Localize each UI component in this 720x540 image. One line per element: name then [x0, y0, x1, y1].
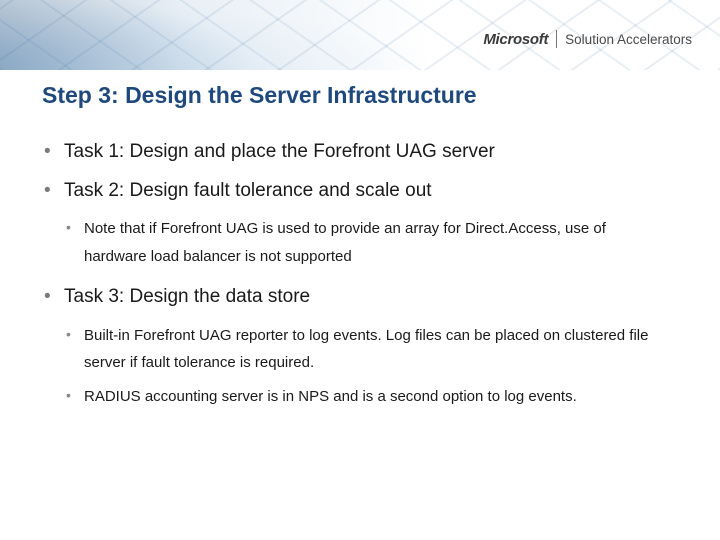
- slide: Microsoft Solution Accelerators Step 3: …: [0, 0, 720, 540]
- sub-list-item: Note that if Forefront UAG is used to pr…: [64, 215, 672, 271]
- list-item-text: Task 3: Design the data store: [64, 286, 310, 307]
- sub-list-item-text: Note that if Forefront UAG is used to pr…: [84, 220, 606, 265]
- list-item: Task 2: Design fault tolerance and scale…: [42, 179, 672, 271]
- sub-bullet-list: Built-in Forefront UAG reporter to log e…: [64, 322, 672, 411]
- sub-bullet-list: Note that if Forefront UAG is used to pr…: [64, 215, 672, 271]
- sub-list-item: RADIUS accounting server is in NPS and i…: [64, 383, 672, 411]
- brand-company: Microsoft: [483, 31, 548, 48]
- list-item: Task 1: Design and place the Forefront U…: [42, 140, 672, 165]
- bullet-list: Task 1: Design and place the Forefront U…: [42, 140, 672, 411]
- list-item-text: Task 1: Design and place the Forefront U…: [64, 141, 495, 162]
- slide-title: Step 3: Design the Server Infrastructure: [42, 82, 680, 109]
- brand-separator: [556, 30, 557, 48]
- brand-product: Solution Accelerators: [565, 32, 692, 47]
- list-item-text: Task 2: Design fault tolerance and scale…: [64, 180, 432, 201]
- list-item: Task 3: Design the data store Built-in F…: [42, 285, 672, 411]
- sub-list-item-text: Built-in Forefront UAG reporter to log e…: [84, 327, 648, 372]
- sub-list-item: Built-in Forefront UAG reporter to log e…: [64, 322, 672, 378]
- sub-list-item-text: RADIUS accounting server is in NPS and i…: [84, 388, 577, 405]
- slide-body: Task 1: Design and place the Forefront U…: [42, 140, 672, 425]
- brand-lockup: Microsoft Solution Accelerators: [483, 30, 692, 48]
